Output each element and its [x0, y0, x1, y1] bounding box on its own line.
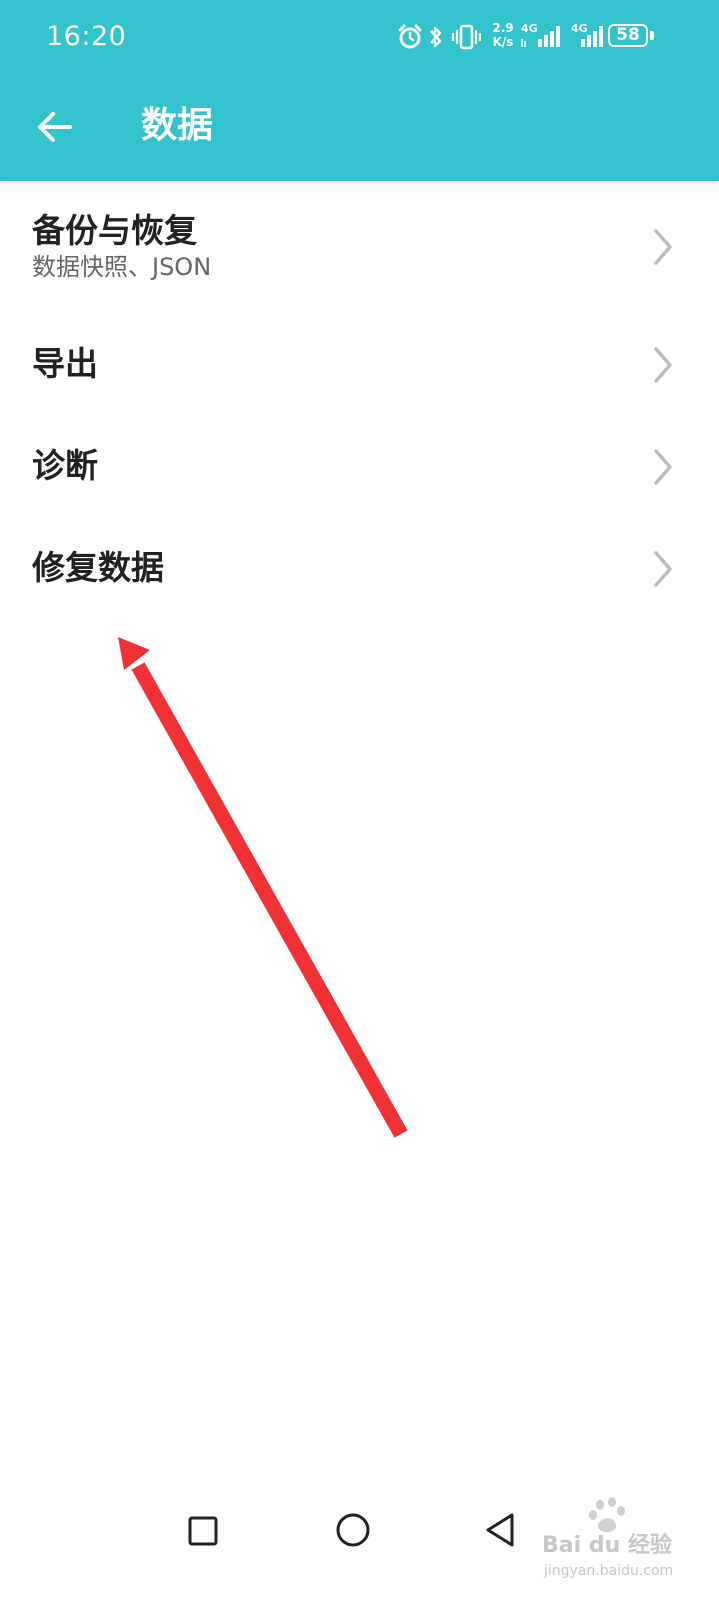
chevron-right-icon	[654, 551, 672, 587]
network-speed: 2.9 K/s	[489, 21, 517, 49]
arrow-left-icon	[38, 112, 72, 142]
watermark-url: jingyan.baidu.com	[544, 1563, 674, 1579]
menu-item-backup-restore[interactable]: 备份与恢复 数据快照、JSON	[0, 196, 719, 296]
status-time: 16:20	[46, 21, 127, 52]
signal-icon	[521, 26, 560, 47]
back-button[interactable]	[30, 102, 80, 152]
bluetooth-icon	[430, 26, 442, 48]
recents-button[interactable]	[182, 1510, 224, 1552]
data-settings-screen: 16:20 2.9 K/s 4G 4G 58 数据 备份与恢复 数据快照、JSO…	[0, 0, 719, 1600]
back-triangle-icon	[486, 1513, 514, 1547]
home-button[interactable]	[330, 1507, 376, 1553]
watermark-logo-text: Bai du 经验	[542, 1533, 672, 1558]
header: 16:20 2.9 K/s 4G 4G 58 数据	[0, 0, 719, 181]
menu-item-title: 导出	[32, 344, 98, 383]
menu-item-title: 备份与恢复	[32, 211, 197, 250]
chevron-right-icon	[654, 449, 672, 485]
menu-item-title: 诊断	[32, 446, 98, 485]
battery-tip	[650, 31, 654, 40]
menu-item-repair-data[interactable]: 修复数据	[0, 520, 719, 616]
menu-item-diagnose[interactable]: 诊断	[0, 418, 719, 514]
signal-icon	[581, 26, 603, 47]
network-speed-value: 2.9	[492, 21, 514, 35]
menu-item-title: 修复数据	[32, 548, 164, 587]
menu-item-export[interactable]: 导出	[0, 316, 719, 412]
recents-square-icon	[188, 1516, 218, 1546]
network-speed-unit: K/s	[492, 35, 514, 49]
watermark: Bai du 经验 jingyan.baidu.com	[540, 1495, 700, 1595]
page-title: 数据	[141, 105, 214, 146]
nav-back-button[interactable]	[478, 1508, 522, 1552]
battery-icon: 58	[608, 24, 648, 47]
chevron-right-icon	[654, 347, 672, 383]
menu-item-subtitle: 数据快照、JSON	[32, 253, 212, 281]
alarm-icon	[398, 24, 422, 49]
home-circle-icon	[336, 1513, 370, 1547]
chevron-right-icon	[654, 229, 672, 265]
vibrate-icon	[451, 24, 481, 50]
